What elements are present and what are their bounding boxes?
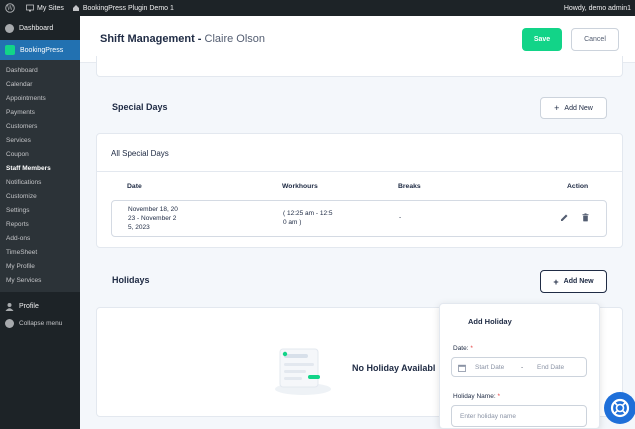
submenu-item-my-services[interactable]: My Services (0, 274, 80, 288)
dashboard-icon (5, 23, 14, 33)
bookingpress-logo-icon (5, 45, 15, 55)
my-sites-link[interactable]: My Sites (26, 4, 64, 12)
special-days-title: Special Days (112, 102, 168, 112)
row-date: November 18, 20 23 - November 2 5, 2023 (128, 206, 178, 231)
submenu-item-add-ons[interactable]: Add-ons (0, 232, 80, 246)
table-row: November 18, 20 23 - November 2 5, 2023 … (111, 200, 607, 237)
submenu-item-services[interactable]: Services (0, 134, 80, 148)
sidebar-item-profile[interactable]: Profile (0, 298, 80, 315)
collapse-menu-label: Collapse menu (19, 320, 63, 327)
empty-state-text: No Holiday Availabl (352, 363, 436, 373)
submenu-item-coupon[interactable]: Coupon (0, 148, 80, 162)
submenu-item-timesheet[interactable]: TimeSheet (0, 246, 80, 260)
submenu-item-reports[interactable]: Reports (0, 218, 80, 232)
column-action: Action (567, 183, 589, 190)
sidebar-item-dashboard[interactable]: Dashboard (0, 16, 80, 40)
cancel-button[interactable]: Cancel (571, 28, 619, 51)
sites-icon (26, 4, 34, 12)
column-breaks: Breaks (398, 183, 421, 190)
my-sites-label: My Sites (37, 4, 64, 12)
add-holiday-title: Add Holiday (468, 317, 512, 326)
special-days-card: All Special Days Date Workhours Breaks A… (96, 133, 623, 248)
admin-sidebar: Dashboard BookingPress Dashboard Calenda… (0, 16, 80, 429)
holidays-add-button[interactable]: + Add New (540, 270, 607, 293)
holiday-name-placeholder: Enter holiday name (460, 413, 517, 420)
page-title-text: Shift Management - (100, 33, 205, 45)
special-days-add-button[interactable]: + Add New (540, 97, 607, 119)
delete-icon[interactable] (581, 213, 590, 222)
user-icon (5, 303, 14, 311)
submenu-item-settings[interactable]: Settings (0, 204, 80, 218)
date-range-picker[interactable]: Start Date - End Date (451, 357, 587, 377)
row-workhours: ( 12:25 am - 12:5 0 am ) (283, 210, 333, 226)
howdy-label: Howdy, demo admin1 (563, 4, 631, 12)
row-breaks: - (399, 214, 402, 221)
submenu-item-customize[interactable]: Customize (0, 190, 80, 204)
date-separator: - (521, 364, 524, 371)
staff-name: Claire Olson (204, 33, 266, 45)
submenu-item-customers[interactable]: Customers (0, 120, 80, 134)
submenu-item-staff-members[interactable]: Staff Members (0, 162, 80, 176)
sidebar-item-label: BookingPress (20, 46, 64, 54)
holiday-name-input[interactable]: Enter holiday name (451, 405, 587, 427)
column-workhours: Workhours (282, 183, 318, 190)
sidebar-item-bookingpress[interactable]: BookingPress (0, 40, 80, 60)
edit-icon[interactable] (560, 213, 569, 222)
sidebar-item-label: Profile (19, 303, 39, 310)
add-new-label: Add New (564, 104, 593, 112)
page-title: Shift Management - Claire Olson (100, 33, 265, 45)
calendar-icon (458, 364, 466, 372)
bookingpress-submenu: Dashboard Calendar Appointments Payments… (0, 60, 80, 292)
add-holiday-popover: Add Holiday Date: * Start Date - End Dat… (439, 303, 600, 429)
save-button[interactable]: Save (522, 28, 562, 51)
admin-bar: W My Sites BookingPress Plugin Demo 1 Ho… (0, 0, 635, 16)
home-icon (72, 5, 79, 11)
site-name-label: BookingPress Plugin Demo 1 (82, 4, 174, 12)
end-date-placeholder: End Date (537, 364, 565, 371)
svg-text:W: W (7, 5, 14, 12)
wordpress-logo-icon[interactable]: W (2, 0, 18, 16)
plus-icon: + (553, 276, 559, 287)
plus-icon: + (554, 103, 560, 113)
submenu-item-my-profile[interactable]: My Profile (0, 260, 80, 274)
collapse-menu-button[interactable]: Collapse menu (0, 315, 80, 332)
main-content: Shift Management - Claire Olson Save Can… (80, 16, 635, 429)
holidays-title: Holidays (112, 275, 150, 285)
submenu-item-notifications[interactable]: Notifications (0, 176, 80, 190)
add-new-label: Add New (563, 278, 594, 285)
collapse-arrow-icon (5, 319, 14, 328)
help-chat-button[interactable] (604, 392, 635, 424)
user-account-menu[interactable]: Howdy, demo admin1 (564, 0, 631, 16)
workhours-card-bottom (96, 56, 623, 77)
column-date: Date (127, 183, 142, 190)
submenu-item-payments[interactable]: Payments (0, 106, 80, 120)
submenu-item-calendar[interactable]: Calendar (0, 78, 80, 92)
start-date-placeholder: Start Date (475, 364, 505, 371)
site-name-link[interactable]: BookingPress Plugin Demo 1 (72, 4, 174, 12)
holiday-name-label: Holiday Name: * (453, 393, 500, 400)
sidebar-item-label: Dashboard (19, 24, 54, 32)
date-label: Date: * (453, 345, 473, 352)
all-special-days-title: All Special Days (111, 149, 169, 158)
lifebuoy-icon (610, 398, 630, 418)
submenu-item-dashboard[interactable]: Dashboard (0, 64, 80, 78)
empty-state-illustration-icon (275, 348, 331, 395)
submenu-item-appointments[interactable]: Appointments (0, 92, 80, 106)
